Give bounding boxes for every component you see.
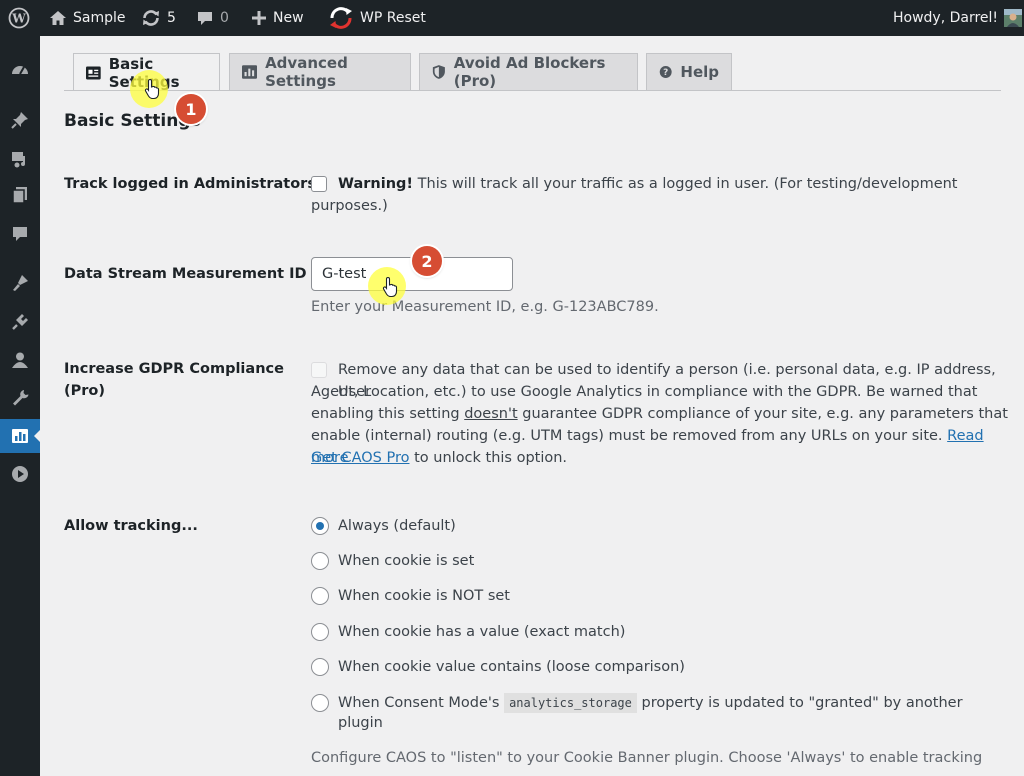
wp-reset-icon (330, 7, 352, 29)
wp-reset-label: WP Reset (360, 10, 426, 26)
comments-count: 0 (220, 10, 229, 26)
gdpr-text-line5: Get CAOS Pro to unlock this option. (311, 450, 568, 466)
tab-label: Avoid Ad Blockers (Pro) (453, 54, 606, 90)
comment-icon (198, 12, 212, 25)
track-admins-label: Track logged in Administrators (64, 176, 316, 192)
analytics-storage-code: analytics_storage (504, 693, 637, 713)
wordpress-logo-icon[interactable]: W (8, 0, 30, 36)
tab-avoid-ad-blockers[interactable]: Avoid Ad Blockers (Pro) (419, 53, 638, 90)
greeting: Howdy, Darrel! (893, 10, 999, 26)
users-icon[interactable] (0, 343, 40, 377)
gdpr-label: Increase GDPR Compliance (Pro) (64, 358, 284, 402)
updates-link[interactable]: 5 (141, 0, 176, 36)
pages-icon[interactable] (0, 178, 40, 212)
gdpr-text-line3: enabling this setting doesn't guarantee … (311, 406, 1008, 422)
shield-icon (432, 65, 445, 79)
annotation-badge-1: 1 (176, 94, 206, 124)
comments-icon[interactable] (0, 217, 40, 251)
tab-label: Help (680, 63, 719, 81)
track-admins-description: Warning! This will track all your traffi… (338, 176, 958, 192)
radio-button[interactable] (311, 587, 329, 605)
tools-icon[interactable] (0, 381, 40, 415)
allow-tracking-help: Configure CAOS to "listen" to your Cooki… (311, 750, 983, 766)
annotation-badge-2: 2 (412, 246, 442, 276)
plugins-icon[interactable] (0, 305, 40, 339)
hand-cursor-icon (144, 78, 160, 100)
help-icon: ? (659, 66, 672, 78)
avatar (1004, 9, 1023, 27)
warning-text: Warning! (338, 176, 414, 192)
allow-tracking-label: Allow tracking... (64, 518, 198, 534)
pin-icon[interactable] (0, 103, 40, 137)
consent-mode-option-cont: plugin (338, 715, 383, 731)
tab-help[interactable]: ? Help (646, 53, 732, 90)
dashboard-icon[interactable] (0, 53, 40, 87)
radio-option-cookie-value-contains[interactable]: When cookie value contains (loose compar… (311, 656, 685, 678)
tab-divider (64, 90, 1001, 91)
radio-option-cookie-value-exact[interactable]: When cookie has a value (exact match) (311, 621, 625, 643)
new-label: New (273, 10, 304, 26)
radio-button[interactable] (311, 694, 329, 712)
site-name: Sample (73, 10, 126, 26)
get-caos-pro-link[interactable]: Get CAOS Pro (311, 450, 409, 466)
admin-sidebar (0, 36, 40, 776)
main-content: Basic Settings Advanced Settings Avoid A… (40, 36, 1024, 776)
tab-label: Advanced Settings (265, 54, 348, 90)
radio-option-always[interactable]: Always (default) (311, 515, 456, 537)
play-icon[interactable] (0, 457, 40, 491)
gdpr-label-line1: Increase GDPR Compliance (64, 361, 284, 377)
tab-advanced-settings[interactable]: Advanced Settings (229, 53, 411, 90)
radio-option-cookie-not-set[interactable]: When cookie is NOT set (311, 585, 510, 607)
track-admins-checkbox[interactable] (311, 176, 327, 192)
radio-button[interactable] (311, 623, 329, 641)
wp-reset-link[interactable]: WP Reset (328, 0, 426, 36)
measurement-id-help: Enter your Measurement ID, e.g. G-123ABC… (311, 299, 659, 315)
appearance-icon[interactable] (0, 266, 40, 300)
gdpr-checkbox[interactable] (311, 362, 327, 378)
user-account-link[interactable]: Howdy, Darrel! (893, 0, 1023, 36)
radio-button[interactable] (311, 517, 329, 535)
updates-count: 5 (167, 10, 176, 26)
caos-icon[interactable] (0, 419, 40, 453)
analytics-icon (242, 65, 258, 79)
hand-cursor-icon (382, 276, 398, 298)
updates-icon (143, 10, 159, 26)
comments-link[interactable]: 0 (196, 0, 229, 36)
radio-button[interactable] (311, 658, 329, 676)
track-admins-description-cont: purposes.) (311, 198, 388, 214)
svg-text:?: ? (663, 68, 668, 78)
radio-button[interactable] (311, 552, 329, 570)
home-icon (50, 11, 66, 25)
id-card-icon (86, 65, 101, 80)
gdpr-text-line2: Agent, Location, etc.) to use Google Ana… (311, 384, 978, 400)
gdpr-label-line2: (Pro) (64, 383, 105, 399)
svg-text:W: W (11, 12, 26, 26)
plus-icon (252, 11, 266, 25)
admin-bar: W Sample 5 0 New WP Reset Howdy, Darrel! (0, 0, 1024, 36)
new-content-link[interactable]: New (251, 0, 304, 36)
media-icon[interactable] (0, 142, 40, 176)
radio-option-consent-mode[interactable]: When Consent Mode's analytics_storage pr… (311, 692, 963, 714)
radio-option-cookie-set[interactable]: When cookie is set (311, 550, 474, 572)
site-name-link[interactable]: Sample (49, 0, 126, 36)
measurement-id-label: Data Stream Measurement ID (64, 266, 307, 282)
